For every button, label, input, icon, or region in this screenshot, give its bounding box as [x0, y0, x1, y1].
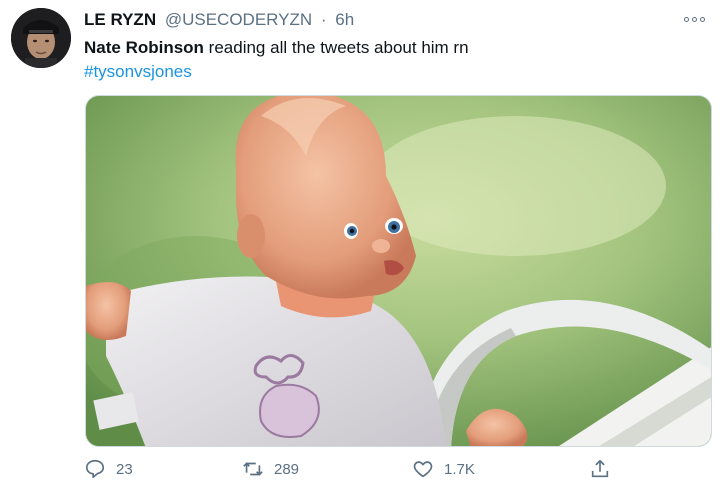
hashtag-link[interactable]: #tysonvsjones — [84, 61, 192, 83]
tweet-media-image[interactable] — [85, 95, 712, 447]
author-handle[interactable]: @USECODERYZN — [165, 10, 312, 29]
tweet-text-name: Nate Robinson — [84, 38, 204, 57]
share-icon — [591, 459, 609, 478]
tweet-text-body: reading all the tweets about him rn — [203, 38, 469, 57]
like-count: 1.7K — [444, 460, 475, 478]
retweet-icon — [243, 462, 263, 476]
tweet-text: Nate Robinson reading all the tweets abo… — [84, 37, 469, 59]
tweet-header: LE RYZN @USECODERYZN · 6h — [84, 10, 354, 30]
author-name[interactable]: LE RYZN — [84, 10, 156, 29]
avatar[interactable] — [11, 8, 71, 68]
tweet-card[interactable]: LE RYZN @USECODERYZN · 6h Nate Robinson … — [0, 0, 720, 480]
reply-count: 23 — [116, 460, 133, 478]
heart-icon — [413, 461, 433, 478]
share-button[interactable] — [589, 458, 611, 480]
more-options-icon[interactable] — [680, 10, 708, 28]
avatar-image — [11, 8, 71, 68]
header-separator: · — [320, 10, 327, 29]
reply-button[interactable]: 23 — [84, 458, 133, 480]
retweet-button[interactable]: 289 — [242, 458, 299, 480]
like-button[interactable]: 1.7K — [412, 458, 475, 480]
retweet-count: 289 — [274, 460, 300, 478]
doll-photo — [86, 96, 711, 446]
tweet-actions: 23 289 1.7K — [84, 458, 644, 480]
tweet-timestamp[interactable]: 6h — [335, 10, 354, 29]
reply-icon — [85, 459, 105, 479]
